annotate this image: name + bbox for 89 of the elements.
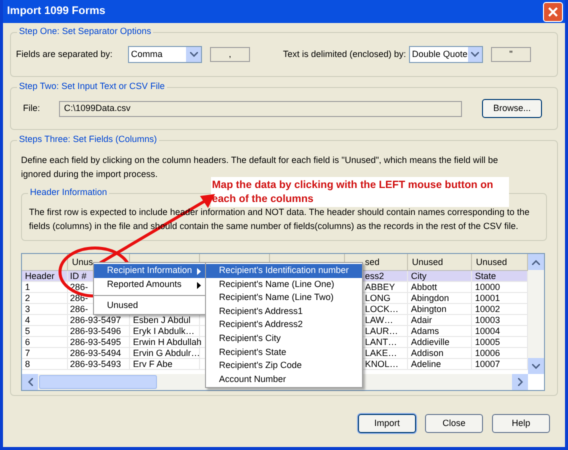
table-cell: 10001	[475, 292, 500, 304]
menu-item[interactable]: Recipient's City	[206, 332, 362, 346]
symbol-field[interactable]: ,	[210, 47, 250, 62]
table-cell: Abington	[411, 304, 447, 314]
table-cell: 5	[25, 326, 30, 336]
table-cell: 286-93-5497	[70, 314, 122, 326]
table-cell: LOCK…	[365, 304, 399, 314]
table-cell: ABBEY	[365, 282, 396, 292]
scroll-thumb[interactable]	[39, 375, 157, 389]
table-cell: 6	[25, 336, 30, 348]
table-cell: LANT…	[365, 336, 398, 348]
field-label: File:	[22, 102, 42, 115]
menu-item[interactable]: Unused	[94, 299, 205, 313]
table-cell: 10005	[475, 336, 500, 348]
dialog-button[interactable]: Import	[358, 414, 416, 433]
table-cell: 4	[25, 314, 30, 326]
table-cell: 286-93-5493	[70, 358, 122, 370]
scroll-up-icon	[532, 260, 540, 264]
table-cell: 8	[25, 358, 30, 370]
table-cell: 286-93-5495	[70, 336, 122, 348]
close-button[interactable]	[543, 2, 563, 22]
menu-item[interactable]: Recipient's Name (Line One)	[206, 278, 362, 292]
table-cell: LAW…	[365, 314, 394, 326]
scroll-right-icon	[518, 378, 522, 386]
table-cell: Addison	[411, 348, 444, 358]
table-cell: Addieville	[411, 336, 450, 348]
menu-item[interactable]: Recipient's Address2	[206, 318, 362, 332]
field-label: Text is delimited (enclosed) by:	[283, 48, 408, 61]
table-cell: 10006	[475, 348, 500, 358]
table-cell: Adams	[411, 326, 440, 336]
menu-item[interactable]: Recipient's Identification number	[206, 264, 362, 278]
dropdown[interactable]: Double Quote	[409, 46, 483, 63]
file-field[interactable]: C:\1099Data.csv	[59, 100, 462, 116]
group-title: Step One: Set Separator Options	[17, 25, 154, 38]
table-cell: Adair	[411, 314, 432, 326]
dropdown[interactable]: Comma	[128, 46, 202, 63]
scroll-down-icon	[532, 364, 540, 368]
table-cell: State	[475, 270, 496, 282]
symbol-field[interactable]: "	[491, 47, 531, 62]
menu-item[interactable]: Recipient Information	[94, 264, 205, 278]
table-cell: LONG	[365, 292, 391, 304]
scroll-left-icon	[28, 378, 32, 386]
table-cell: 286-93-5496	[70, 326, 122, 336]
table-cell: Esben J Abdul	[133, 314, 191, 326]
description-text: Define each field by clicking on the column headers. The default for each field is "Unused", which means the field will be ignored during the import process.	[21, 154, 499, 180]
table-cell: ID #	[70, 270, 87, 282]
table-cell: Erwin H Abdullah	[133, 336, 202, 348]
table-cell: Adeline	[411, 358, 442, 370]
table-cell: 286-93-5494	[70, 348, 122, 358]
table-cell: Ervin G Abdulr…	[133, 348, 200, 358]
table-cell: 10003	[475, 314, 500, 326]
table-cell: Erv F Abe	[133, 358, 173, 370]
table-cell: 10007	[475, 358, 500, 370]
table-cell: 3	[25, 304, 30, 314]
menu-item[interactable]: Recipient's Name (Line Two)	[206, 291, 362, 305]
scroll-right-button[interactable]	[512, 374, 528, 390]
menu-item[interactable]: Reported Amounts	[94, 278, 205, 292]
table-cell: KNOL…	[365, 358, 399, 370]
table-cell: 1	[25, 282, 30, 292]
vertical-scrollbar[interactable]	[528, 254, 544, 374]
table-cell: Abbott	[411, 282, 438, 292]
menu-item[interactable]: Recipient's Zip Code	[206, 359, 362, 373]
dialog-button[interactable]: Help	[492, 414, 550, 433]
table-cell: ess2	[365, 270, 384, 282]
dialog-button[interactable]: Close	[425, 414, 483, 433]
field-label: Fields are separated by:	[16, 48, 114, 61]
dropdown-value: Double Quote	[412, 48, 468, 61]
table-cell: Abingdon	[411, 292, 450, 304]
table-cell: LAKE…	[365, 348, 398, 358]
table-cell: 10004	[475, 326, 500, 336]
table-cell: 2	[25, 292, 30, 304]
table-cell: LAUR…	[365, 326, 398, 336]
menu-item[interactable]: Recipient's Address1	[206, 304, 362, 318]
scroll-left-button[interactable]	[22, 374, 38, 390]
group-title: Step Two: Set Input Text or CSV File	[17, 80, 167, 94]
browse-button[interactable]: Browse...	[482, 99, 542, 118]
window-title: Import 1099 Forms	[7, 4, 106, 20]
table-cell: 7	[25, 348, 30, 358]
table-cell: Eryk I Abdulk…	[133, 326, 195, 336]
table-cell: 286-	[70, 304, 88, 314]
dropdown-value: Comma	[131, 48, 163, 61]
group-title: Steps Three: Set Fields (Columns)	[17, 133, 159, 146]
close-icon	[548, 6, 558, 16]
annotation-text: Map the data by clicking with the LEFT mouse button on each of the columns	[211, 177, 509, 207]
table-cell: 10002	[475, 304, 500, 314]
table-cell: City	[411, 270, 426, 282]
table-cell: Header	[25, 270, 55, 282]
table-cell: 10000	[475, 282, 500, 292]
menu-item[interactable]: Recipient's State	[206, 346, 362, 360]
